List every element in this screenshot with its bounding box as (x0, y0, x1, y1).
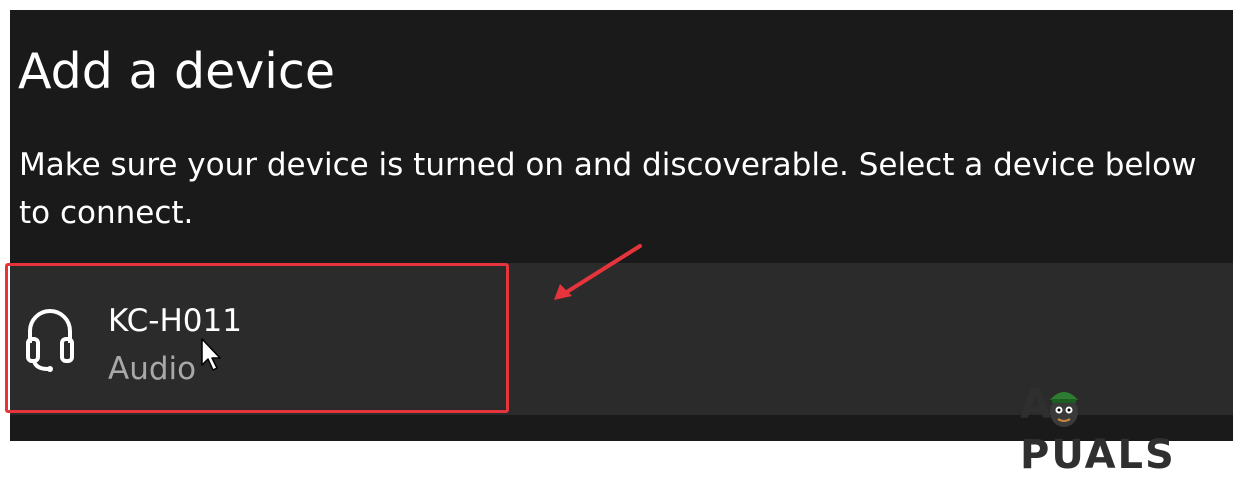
device-name: KC-H011 (108, 303, 242, 339)
add-device-dialog: Add a device Make sure your device is tu… (10, 10, 1233, 441)
dialog-description: Make sure your device is turned on and d… (19, 147, 1197, 231)
headphone-icon (26, 309, 74, 372)
device-type: Audio (108, 351, 197, 387)
device-list-item[interactable]: KC-H011 Audio (10, 263, 504, 415)
dialog-title: Add a device (18, 43, 335, 100)
device-list: KC-H011 Audio (10, 263, 1233, 415)
